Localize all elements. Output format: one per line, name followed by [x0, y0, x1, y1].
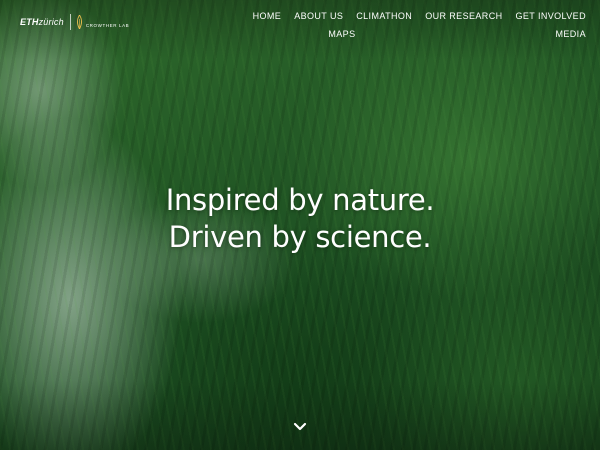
- chevron-down-icon[interactable]: [291, 420, 309, 434]
- nav-item-climathon[interactable]: CLIMATHON: [356, 8, 412, 26]
- crowther-lab-logo[interactable]: CROWTHER LAB: [76, 15, 129, 29]
- eth-logo-bold: ETH: [20, 17, 39, 27]
- page: ETHzürich CROWTHER LAB HOME ABOUT US CLI…: [0, 0, 600, 450]
- hero-headline-line-2: Driven by science.: [168, 220, 432, 254]
- hero-section: Inspired by nature. Driven by science.: [0, 182, 600, 256]
- eth-logo-italic: zürich: [38, 17, 64, 27]
- site-header: ETHzürich CROWTHER LAB HOME ABOUT US CLI…: [0, 0, 600, 48]
- main-nav: HOME ABOUT US CLIMATHON OUR RESEARCH GET…: [226, 8, 586, 44]
- nav-item-maps[interactable]: MAPS: [328, 26, 355, 44]
- logo-group[interactable]: ETHzürich CROWTHER LAB: [20, 14, 129, 30]
- nav-item-our-research[interactable]: OUR RESEARCH: [425, 8, 502, 26]
- nav-item-about-us[interactable]: ABOUT US: [294, 8, 343, 26]
- leaf-flame-icon: [76, 15, 82, 29]
- nav-item-media[interactable]: MEDIA: [555, 26, 586, 44]
- logo-divider: [69, 14, 71, 30]
- crowther-lab-text: CROWTHER LAB: [85, 22, 130, 28]
- nav-item-home[interactable]: HOME: [253, 8, 282, 26]
- hero-headline-line-1: Inspired by nature.: [165, 183, 435, 217]
- nav-item-get-involved[interactable]: GET INVOLVED: [516, 8, 587, 26]
- eth-zurich-logo[interactable]: ETHzürich: [20, 17, 64, 27]
